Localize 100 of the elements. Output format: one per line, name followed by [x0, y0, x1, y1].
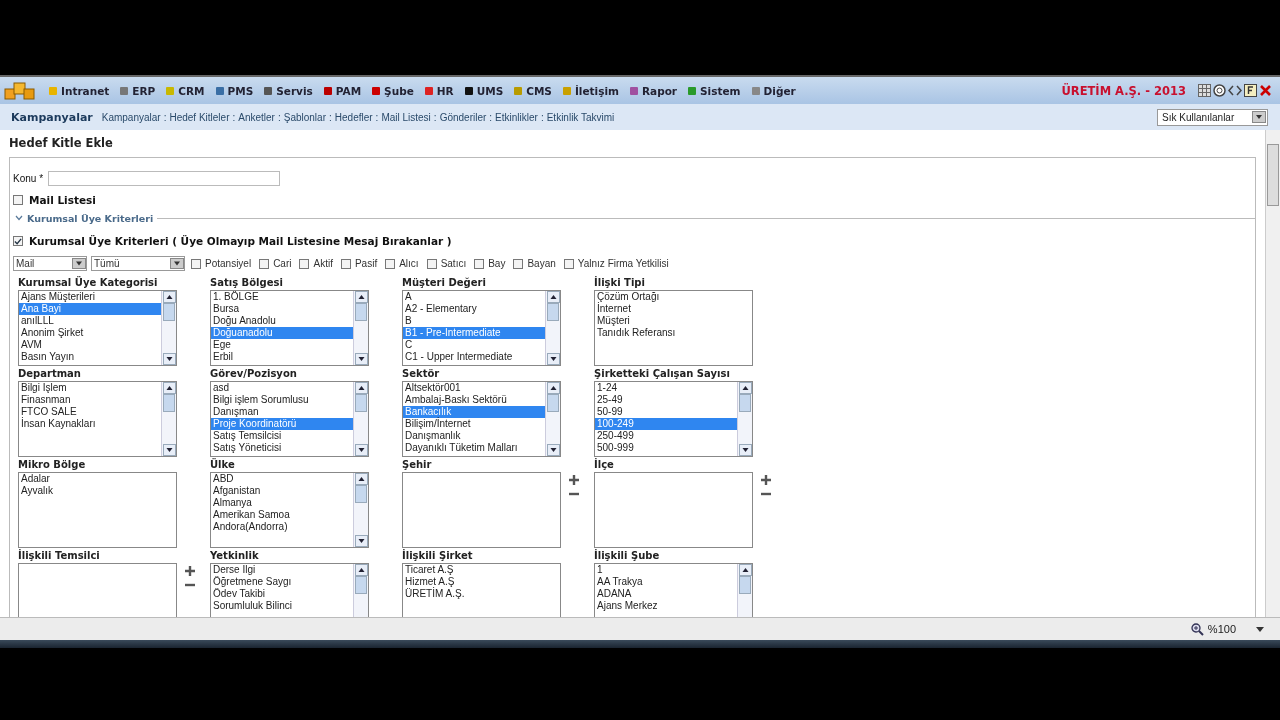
checkbox[interactable] [13, 195, 23, 205]
list-option[interactable]: B [403, 315, 545, 327]
list-option[interactable]: ADANA [595, 588, 737, 600]
list-option[interactable]: AVM [19, 339, 161, 351]
scroll-thumb[interactable] [163, 303, 175, 321]
page-scrollbar[interactable] [1265, 130, 1280, 617]
zoom-level[interactable]: %100 [1207, 623, 1236, 635]
checkbox[interactable] [259, 258, 270, 269]
list-option[interactable]: Ajans Merkez [595, 600, 737, 612]
list-option[interactable]: anılLLL [19, 315, 161, 327]
list-scrollbar[interactable] [353, 382, 368, 456]
list-option[interactable]: Ana Bayi [19, 303, 161, 315]
menu-item[interactable]: Şube [371, 84, 414, 97]
list-option[interactable]: Amerikan Samoa [211, 509, 353, 521]
list-scrollbar[interactable] [161, 291, 176, 365]
list-option[interactable]: A [403, 291, 545, 303]
sub-menu-link[interactable]: Kampanyalar [101, 111, 161, 123]
add-button[interactable] [760, 474, 772, 486]
list-option[interactable]: Danışmanlık [403, 430, 545, 442]
menu-item[interactable]: Intranet [48, 84, 110, 97]
scroll-thumb[interactable] [739, 576, 751, 594]
list-option[interactable]: 25-49 [595, 394, 737, 406]
checkbox[interactable] [474, 258, 485, 269]
sub-menu-link[interactable]: Hedefler [334, 111, 373, 123]
list-option[interactable]: Hizmet A.Ş [403, 576, 560, 588]
list-option[interactable]: Ayvalık [19, 485, 176, 497]
list-box[interactable]: Çözüm Ortağı İnternet Müşteri Tanıdık Referansı [594, 290, 753, 366]
list-option[interactable]: C [403, 339, 545, 351]
list-option[interactable]: A2 - Elementary [403, 303, 545, 315]
favorites-dropdown[interactable]: Sık Kullanılanlar [1157, 108, 1268, 126]
list-option[interactable]: İnsan Kaynakları [19, 418, 161, 430]
list-option[interactable]: ÜRETİM A.Ş. [403, 588, 560, 600]
checkbox[interactable] [191, 258, 201, 269]
list-option[interactable]: Proje Koordinatörü [211, 418, 353, 430]
list-box[interactable]: Bilgi İşlem Finasnman FTCO SALE İnsan Kaynakları [18, 381, 177, 457]
list-box[interactable]: 1-24 25-49 50-99 100-249 250-499 500-999 [594, 381, 753, 457]
scroll-thumb[interactable] [355, 576, 367, 594]
list-option[interactable]: Andora(Andorra) [211, 521, 353, 533]
list-option[interactable]: Finasnman [19, 394, 161, 406]
add-button[interactable] [568, 474, 580, 486]
menu-item[interactable]: Sistem [687, 84, 741, 97]
list-option[interactable]: Adalar [19, 473, 176, 485]
letter-f-icon[interactable] [1244, 84, 1257, 97]
checkbox[interactable] [340, 258, 351, 269]
list-option[interactable]: Ticaret A.Ş [403, 564, 560, 576]
list-option[interactable]: Afganistan [211, 485, 353, 497]
list-option[interactable]: Bilgi İşlem [19, 382, 161, 394]
select-dropdown[interactable]: Mail [13, 256, 87, 271]
list-option[interactable]: Çözüm Ortağı [595, 291, 752, 303]
sub-menu-link[interactable]: Gönderiler [439, 111, 487, 123]
list-option[interactable]: 1-24 [595, 382, 737, 394]
list-option[interactable]: Ödev Takibi [211, 588, 353, 600]
list-option[interactable]: 50-99 [595, 406, 737, 418]
list-option[interactable]: Basın Yayın [19, 351, 161, 363]
list-option[interactable]: Müşteri [595, 315, 752, 327]
list-option[interactable]: Bilgi işlem Sorumlusu [211, 394, 353, 406]
code-brackets-icon[interactable] [1228, 84, 1242, 97]
scroll-thumb[interactable] [355, 303, 367, 321]
list-scrollbar[interactable] [737, 382, 752, 456]
list-option[interactable]: Altsektör001 [403, 382, 545, 394]
list-option[interactable]: Danışman [211, 406, 353, 418]
list-option[interactable]: Ege [211, 339, 353, 351]
sub-menu-link[interactable]: Şablonlar [283, 111, 326, 123]
menu-item[interactable]: Servis [263, 84, 313, 97]
list-box[interactable]: asd Bilgi işlem Sorumlusu Danışman Proje Koordinatörü Satış Temsilcisi Satış Yöneticisi [210, 381, 369, 457]
list-box[interactable]: Adalar Ayvalık [18, 472, 177, 548]
subject-input[interactable] [48, 170, 281, 186]
list-option[interactable]: Erbil [211, 351, 353, 363]
menu-item[interactable]: İletişim [561, 84, 619, 97]
scroll-thumb[interactable] [355, 394, 367, 412]
list-option[interactable]: Bursa [211, 303, 353, 315]
list-option[interactable]: ABD [211, 473, 353, 485]
list-option[interactable]: 1 [595, 564, 737, 576]
scroll-thumb[interactable] [355, 485, 367, 503]
add-button[interactable] [184, 565, 196, 577]
list-option[interactable]: Bilişim/İnternet [403, 418, 545, 430]
list-option[interactable]: asd [211, 382, 353, 394]
chevron-icon[interactable] [15, 215, 23, 221]
list-box[interactable]: Altsektör001 Ambalaj-Baskı Sektörü Bankacılık Bilişim/İnternet Danışmanlık Dayanıklı Tüketim Malları [402, 381, 561, 457]
list-box[interactable]: Ajans Müşterileri Ana Bayi anılLLL Anonim Şirket AVM Basın Yayın [18, 290, 177, 366]
list-box[interactable]: ABD Afganistan Almanya Amerikan Samoa Andora(Andorra) [210, 472, 369, 548]
checkbox[interactable] [13, 236, 23, 246]
boxes-logo-icon[interactable] [4, 80, 36, 101]
list-option[interactable]: Doğu Anadolu [211, 315, 353, 327]
list-option[interactable]: AA Trakya [595, 576, 737, 588]
menu-item[interactable]: CRM [165, 84, 205, 97]
list-option[interactable]: Satış Yöneticisi [211, 442, 353, 454]
list-option[interactable]: Tanıdık Referansı [595, 327, 752, 339]
list-box[interactable]: 1 AA Trakya ADANA Ajans Merkez [594, 563, 753, 617]
menu-item[interactable]: PMS [214, 84, 254, 97]
list-option[interactable]: Ajans Müşterileri [19, 291, 161, 303]
menu-item[interactable]: Rapor [628, 84, 678, 97]
checkbox[interactable] [299, 258, 310, 269]
menu-item[interactable]: Diğer [750, 84, 796, 97]
checkbox[interactable] [385, 258, 396, 269]
select-dropdown[interactable]: Tümü [91, 256, 185, 271]
checkbox[interactable] [513, 258, 524, 269]
list-option[interactable]: 100-249 [595, 418, 737, 430]
scroll-thumb[interactable] [547, 303, 559, 321]
close-icon[interactable] [1259, 84, 1272, 97]
